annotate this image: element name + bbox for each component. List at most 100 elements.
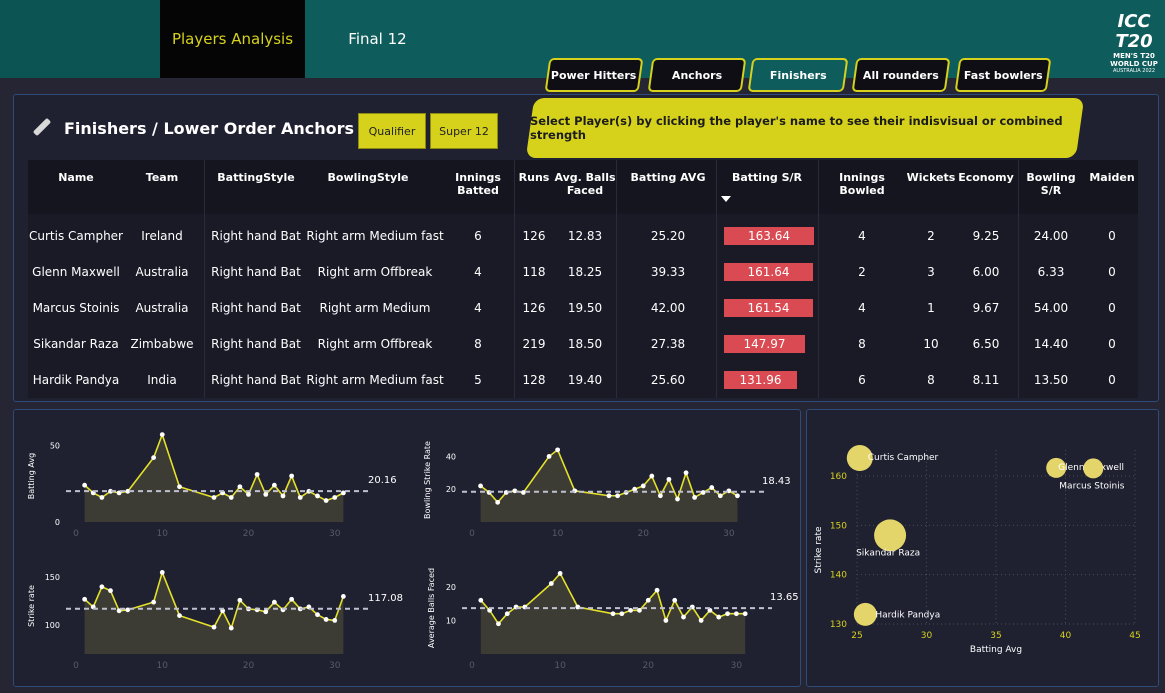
- col-header-innings-bowled[interactable]: Innings Bowled: [818, 160, 906, 214]
- data-point[interactable]: [504, 611, 510, 617]
- data-point[interactable]: [177, 613, 182, 618]
- data-point[interactable]: [735, 493, 740, 499]
- table-row[interactable]: Curtis Campher Ireland Right hand Bat Right…: [28, 218, 1138, 254]
- data-point[interactable]: [332, 495, 338, 500]
- tab-players-analysis[interactable]: Players Analysis: [160, 0, 305, 78]
- data-point[interactable]: [211, 624, 217, 630]
- data-point[interactable]: [709, 485, 715, 490]
- data-point[interactable]: [742, 611, 748, 617]
- data-point[interactable]: [733, 611, 739, 617]
- data-point[interactable]: [159, 432, 165, 437]
- cell-name[interactable]: Glenn Maxwell: [28, 254, 124, 290]
- category-fast-bowlers[interactable]: Fast bowlers: [954, 58, 1052, 92]
- col-header-batting-style[interactable]: BattingStyle: [204, 160, 308, 214]
- category-all-rounders[interactable]: All rounders: [851, 58, 951, 92]
- cell-name[interactable]: Hardik Pandya: [28, 362, 124, 398]
- data-point[interactable]: [725, 611, 730, 617]
- data-point[interactable]: [280, 493, 286, 499]
- cell-name[interactable]: Marcus Stoinis: [28, 290, 124, 326]
- data-point[interactable]: [675, 496, 680, 502]
- tab-final-12[interactable]: Final 12: [320, 0, 435, 78]
- col-header-bowling-sr[interactable]: Bowling S/R: [1018, 160, 1084, 214]
- data-point[interactable]: [323, 498, 329, 503]
- data-point[interactable]: [228, 495, 234, 500]
- data-point[interactable]: [654, 587, 660, 593]
- data-point[interactable]: [698, 618, 704, 623]
- data-point[interactable]: [657, 493, 663, 499]
- col-header-batting-avg[interactable]: Batting AVG: [626, 160, 710, 214]
- data-point[interactable]: [555, 447, 561, 453]
- data-point[interactable]: [228, 625, 234, 631]
- data-point[interactable]: [681, 614, 686, 620]
- col-header-wickets[interactable]: Wickets: [906, 160, 956, 214]
- scatter-point[interactable]: [853, 602, 877, 626]
- category-finishers[interactable]: Finishers: [747, 58, 849, 92]
- cell-name[interactable]: Curtis Campher: [28, 218, 124, 254]
- data-point[interactable]: [263, 609, 269, 615]
- data-point[interactable]: [323, 617, 329, 622]
- data-point[interactable]: [610, 611, 616, 617]
- data-point[interactable]: [315, 612, 320, 618]
- data-point[interactable]: [478, 597, 484, 603]
- data-point[interactable]: [297, 495, 303, 500]
- data-point[interactable]: [666, 476, 672, 482]
- col-header-innings-batted[interactable]: Innings Batted: [448, 160, 508, 214]
- table-row[interactable]: Marcus Stoinis Australia Right hand Bat Rig…: [28, 290, 1138, 326]
- col-header-economy[interactable]: Economy: [958, 160, 1014, 214]
- col-header-team[interactable]: Team: [124, 160, 200, 214]
- data-point[interactable]: [692, 495, 698, 500]
- col-header-bowling-style[interactable]: BowlingStyle: [308, 160, 428, 214]
- data-point[interactable]: [478, 483, 483, 489]
- data-point[interactable]: [619, 611, 625, 617]
- data-point[interactable]: [237, 484, 243, 490]
- col-header-avg-balls-faced[interactable]: Avg. Balls Faced: [554, 160, 616, 214]
- data-point[interactable]: [159, 570, 165, 575]
- data-point[interactable]: [177, 484, 182, 490]
- scatter-point[interactable]: [874, 519, 907, 552]
- sort-desc-icon[interactable]: [721, 196, 731, 202]
- category-power-hitters[interactable]: Power Hitters: [544, 58, 644, 92]
- data-point[interactable]: [254, 472, 260, 477]
- data-point[interactable]: [717, 493, 723, 499]
- table-row[interactable]: Hardik Pandya India Right hand Bat Right ar…: [28, 362, 1138, 398]
- data-point[interactable]: [246, 492, 251, 497]
- data-point[interactable]: [237, 597, 243, 603]
- data-point[interactable]: [615, 493, 620, 499]
- scatter-point[interactable]: [1083, 458, 1104, 479]
- stage-super12-button[interactable]: Super 12: [430, 113, 498, 149]
- table-row[interactable]: Sikandar Raza Zimbabwe Right hand Bat Right…: [28, 326, 1138, 362]
- data-point[interactable]: [271, 599, 277, 605]
- data-point[interactable]: [663, 618, 669, 623]
- data-point[interactable]: [548, 581, 554, 586]
- data-point[interactable]: [263, 492, 269, 497]
- data-point[interactable]: [716, 614, 722, 620]
- data-point[interactable]: [645, 597, 651, 603]
- data-point[interactable]: [546, 454, 552, 459]
- col-header-batting-sr[interactable]: Batting S/R: [724, 160, 810, 214]
- data-point[interactable]: [700, 490, 706, 495]
- data-point[interactable]: [640, 483, 646, 489]
- data-point[interactable]: [289, 596, 295, 602]
- data-point[interactable]: [151, 455, 157, 460]
- data-point[interactable]: [99, 495, 105, 500]
- data-point[interactable]: [271, 482, 277, 488]
- data-point[interactable]: [557, 571, 563, 576]
- stage-qualifier-button[interactable]: Qualifier: [358, 113, 426, 149]
- data-point[interactable]: [606, 493, 612, 499]
- data-point[interactable]: [99, 584, 105, 590]
- table-row[interactable]: Glenn Maxwell Australia Right hand Bat Righ…: [28, 254, 1138, 290]
- data-point[interactable]: [495, 499, 501, 505]
- data-point[interactable]: [211, 495, 217, 500]
- col-header-maiden[interactable]: Maiden: [1086, 160, 1138, 214]
- cell-name[interactable]: Sikandar Raza: [28, 326, 124, 362]
- col-header-name[interactable]: Name: [28, 160, 124, 214]
- data-point[interactable]: [672, 597, 678, 603]
- data-point[interactable]: [82, 596, 88, 602]
- data-point[interactable]: [289, 473, 295, 479]
- category-anchors[interactable]: Anchors: [647, 58, 747, 92]
- data-point[interactable]: [108, 588, 113, 594]
- data-point[interactable]: [340, 594, 346, 599]
- col-header-runs[interactable]: Runs: [514, 160, 554, 214]
- data-point[interactable]: [82, 482, 88, 488]
- data-point[interactable]: [496, 621, 501, 627]
